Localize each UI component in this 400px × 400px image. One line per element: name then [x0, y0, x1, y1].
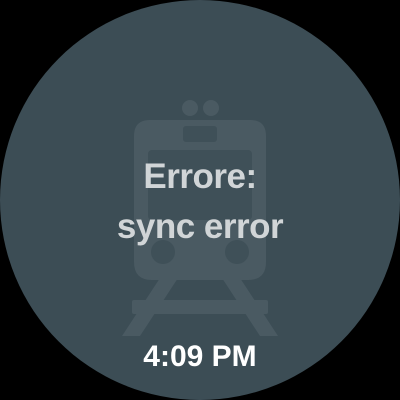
error-title: Errore:	[143, 157, 257, 196]
watch-face: Errore: sync error 4:09 PM	[0, 0, 400, 400]
clock-time: 4:09 PM	[143, 340, 257, 373]
error-detail: sync error	[116, 207, 284, 246]
watch-screen: Errore: sync error 4:09 PM	[0, 0, 400, 400]
error-message: Errore: sync error	[0, 152, 400, 252]
